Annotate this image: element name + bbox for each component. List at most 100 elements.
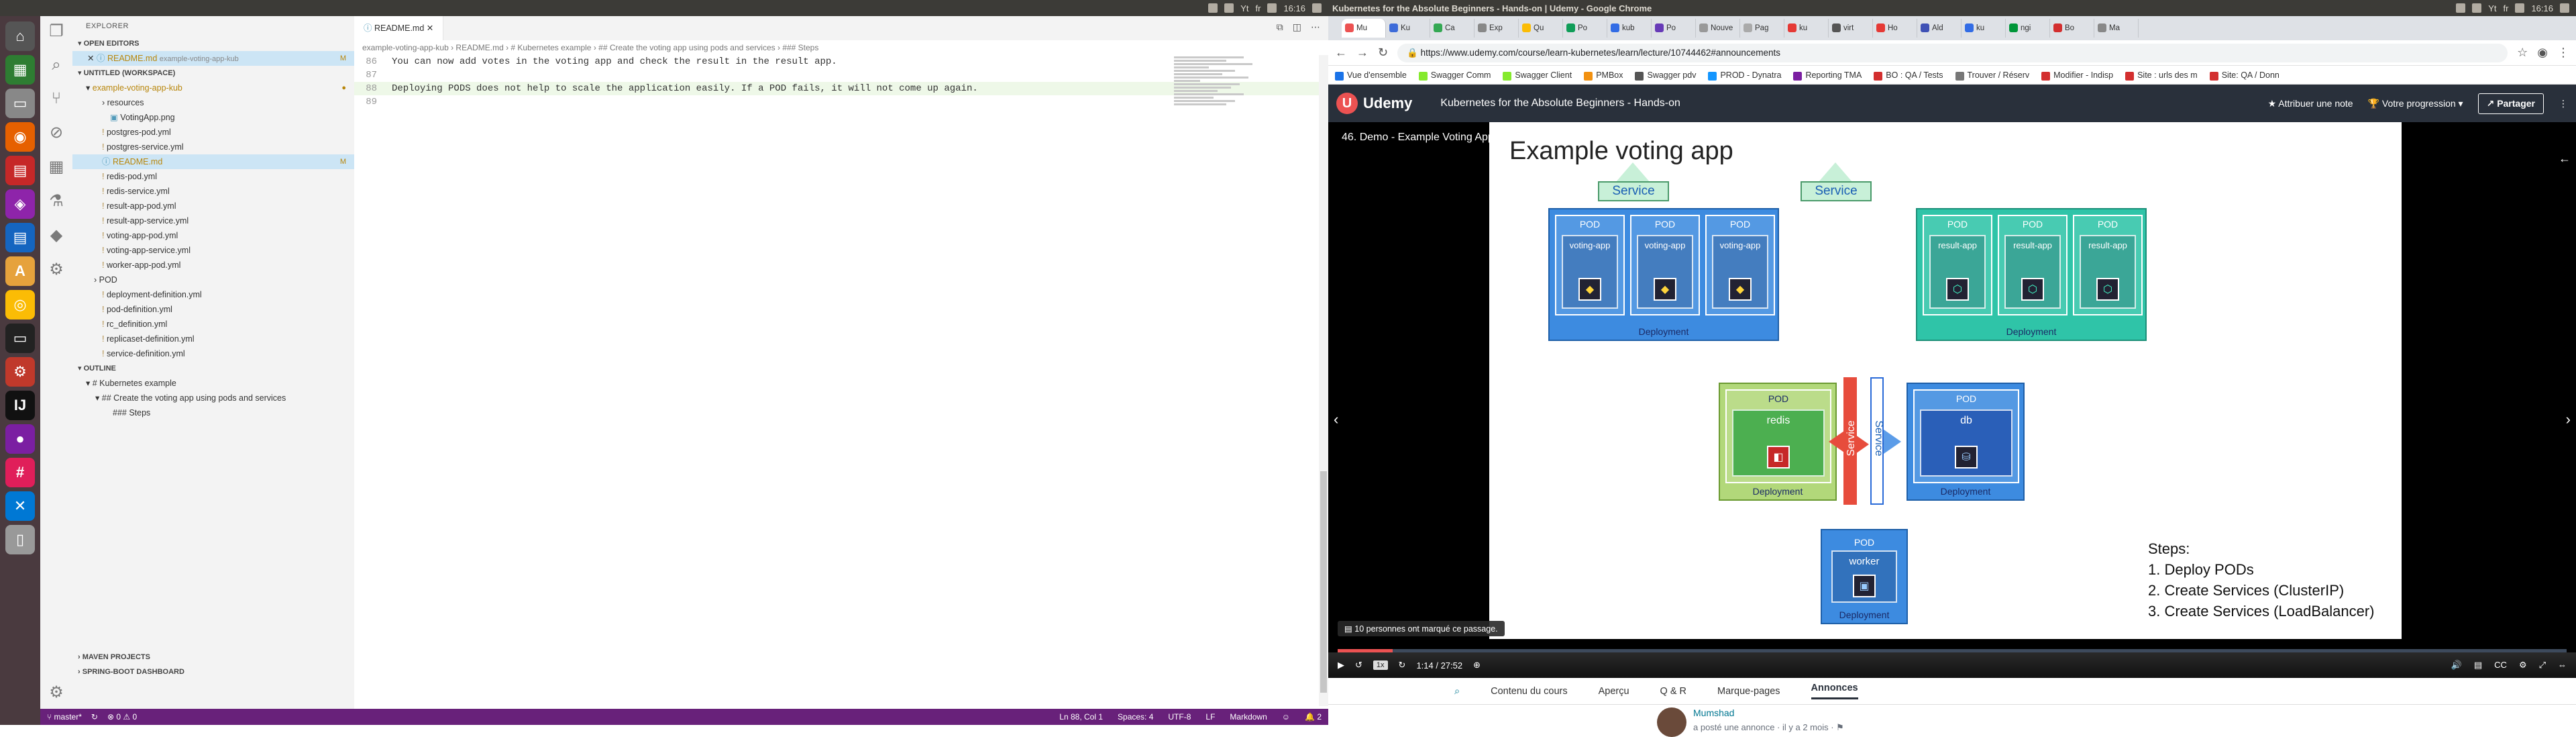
share-button[interactable]: ↗ Partager bbox=[2477, 93, 2544, 114]
fullscreen-icon[interactable]: ⤢ bbox=[2539, 660, 2546, 671]
feedback-icon[interactable]: ☺ bbox=[1282, 712, 1290, 722]
language-mode[interactable]: Markdown bbox=[1230, 712, 1267, 722]
expand-icon[interactable]: ⇔ bbox=[2558, 660, 2567, 671]
encoding[interactable]: UTF-8 bbox=[1168, 712, 1191, 722]
dropbox-icon[interactable] bbox=[2456, 3, 2466, 13]
image-icon[interactable]: ◈ bbox=[5, 189, 35, 219]
captions-icon[interactable]: CC bbox=[2494, 660, 2507, 671]
intellij-icon[interactable]: IJ bbox=[5, 391, 35, 420]
browser-tab[interactable]: kub bbox=[1607, 19, 1652, 38]
source-control-icon[interactable]: ⑂ bbox=[52, 89, 61, 108]
document-icon[interactable]: ▤ bbox=[5, 156, 35, 185]
search-icon[interactable]: ⌕ bbox=[1454, 686, 1460, 697]
workspace-section[interactable]: ▾ UNTITLED (WORKSPACE) bbox=[72, 66, 354, 81]
drive-icon[interactable]: ▭ bbox=[5, 89, 35, 118]
network-icon[interactable] bbox=[1224, 3, 1234, 13]
url-field[interactable]: 🔒 https://www.udemy.com/course/learn-kub… bbox=[1397, 43, 2508, 62]
dropbox-icon[interactable] bbox=[1208, 3, 1218, 13]
outline-section[interactable]: ▾ OUTLINE bbox=[72, 361, 354, 376]
clock[interactable]: 16:16 bbox=[1283, 3, 1305, 13]
tree-item[interactable]: ! voting-app-pod.yml bbox=[72, 228, 354, 243]
tree-item[interactable]: ! result-app-service.yml bbox=[72, 213, 354, 228]
text-editor-icon[interactable]: A bbox=[5, 256, 35, 286]
spreadsheet-icon[interactable]: ▦ bbox=[5, 55, 35, 85]
tree-item[interactable]: ! pod-definition.yml bbox=[72, 302, 354, 317]
bookmark-star-icon[interactable]: ☆ bbox=[2517, 46, 2528, 60]
more-icon[interactable]: ⋮ bbox=[2559, 98, 2568, 109]
tree-item[interactable]: ! result-app-pod.yml bbox=[72, 199, 354, 213]
bookmark-item[interactable]: Swagger Client bbox=[1503, 70, 1572, 81]
breadcrumb[interactable]: example-voting-app-kub › README.md › # K… bbox=[354, 40, 1328, 55]
keyboard-layout[interactable]: fr bbox=[1256, 3, 1261, 13]
forward-icon[interactable]: ↻ bbox=[1399, 660, 1406, 671]
bookmark-item[interactable]: Site: QA / Donn bbox=[2209, 70, 2279, 81]
bookmark-banner[interactable]: ▤ 10 personnes ont marqué ce passage. bbox=[1338, 621, 1505, 636]
browser-tab[interactable]: Ald bbox=[1917, 19, 1962, 38]
udemy-logo[interactable]: U Udemy bbox=[1336, 93, 1412, 114]
volume-icon[interactable] bbox=[2515, 3, 2525, 13]
settings-icon[interactable]: ⚙ bbox=[2519, 660, 2527, 671]
tree-item[interactable]: ! postgres-pod.yml bbox=[72, 125, 354, 140]
indentation[interactable]: Spaces: 4 bbox=[1118, 712, 1153, 722]
manage-gear-icon[interactable]: ⚙ bbox=[49, 683, 64, 702]
reload-icon[interactable]: ↻ bbox=[1378, 46, 1388, 60]
tree-item[interactable]: ! deployment-definition.yml bbox=[72, 287, 354, 302]
browser-tab[interactable]: Ca bbox=[1430, 19, 1474, 38]
preview-icon[interactable]: ⧉ bbox=[1277, 21, 1283, 33]
tree-item[interactable]: ! worker-app-pod.yml bbox=[72, 258, 354, 273]
video-player[interactable]: 46. Demo - Example Voting Application Im… bbox=[1328, 122, 2576, 678]
tree-item[interactable]: ! voting-app-service.yml bbox=[72, 243, 354, 258]
bookmark-item[interactable]: PROD - Dynatra bbox=[1708, 70, 1781, 81]
search-icon[interactable]: ⌕ bbox=[52, 56, 60, 75]
chrome-icon[interactable]: ◎ bbox=[5, 290, 35, 320]
youtube-indicator[interactable]: Yt bbox=[2488, 3, 2496, 13]
rewind-icon[interactable]: ↺ bbox=[1355, 660, 1362, 671]
media-icon[interactable]: ● bbox=[5, 424, 35, 454]
rate-course[interactable]: ★ Attribuer une note bbox=[2268, 98, 2353, 109]
vscode-icon[interactable]: ✕ bbox=[5, 491, 35, 521]
close-icon[interactable]: ✕ bbox=[427, 23, 433, 33]
tree-item[interactable]: ! redis-service.yml bbox=[72, 184, 354, 199]
avatar[interactable] bbox=[1657, 707, 1686, 737]
docs-icon[interactable]: ▤ bbox=[5, 223, 35, 252]
youtube-indicator[interactable]: Yt bbox=[1240, 3, 1248, 13]
outline-item-h2[interactable]: ▾ ## Create the voting app using pods an… bbox=[72, 391, 354, 405]
bookmark-item[interactable]: Vue d'ensemble bbox=[1335, 70, 1407, 81]
browser-tab[interactable]: Po bbox=[1563, 19, 1607, 38]
bookmark-item[interactable]: Modifier - Indisp bbox=[2041, 70, 2113, 81]
test-icon[interactable]: ⚗ bbox=[49, 191, 64, 211]
sync-icon[interactable]: ↻ bbox=[91, 712, 98, 722]
browser-tab[interactable]: virt bbox=[1829, 19, 1873, 38]
browser-tab[interactable]: Mu bbox=[1342, 19, 1386, 38]
browser-tab[interactable]: Nouve bbox=[1696, 19, 1740, 38]
tree-item[interactable]: ! service-definition.yml bbox=[72, 346, 354, 361]
close-icon[interactable]: ✕ bbox=[87, 54, 94, 63]
tree-item[interactable]: › POD bbox=[72, 273, 354, 287]
scroll-thumb[interactable] bbox=[1320, 471, 1327, 693]
browser-tab[interactable]: Po bbox=[1652, 19, 1696, 38]
tree-item[interactable]: ⓘ README.md M bbox=[72, 154, 354, 169]
bookmark-item[interactable]: Swagger pdv bbox=[1635, 70, 1696, 81]
open-editors-section[interactable]: ▾ OPEN EDITORS bbox=[72, 36, 354, 51]
editor-scrollbar[interactable] bbox=[1319, 55, 1328, 706]
outline-item-h1[interactable]: ▾ # Kubernetes example bbox=[72, 376, 354, 391]
network-icon[interactable] bbox=[2472, 3, 2482, 13]
browser-tab[interactable]: ku bbox=[1784, 19, 1829, 38]
subnav-tab[interactable]: Q & R bbox=[1660, 686, 1686, 697]
folder-root[interactable]: ▾ example-voting-app-kub ● bbox=[72, 81, 354, 95]
progress-menu[interactable]: 🏆 Votre progression ▾ bbox=[2368, 98, 2463, 109]
eol[interactable]: LF bbox=[1205, 712, 1215, 722]
author-name[interactable]: Mumshad bbox=[1693, 707, 1844, 718]
docker-icon[interactable]: ◆ bbox=[50, 226, 62, 245]
subnav-tab[interactable]: Aperçu bbox=[1599, 686, 1629, 697]
volume-icon[interactable]: 🔊 bbox=[2451, 660, 2462, 671]
add-bookmark-icon[interactable]: ⊕ bbox=[1473, 660, 1481, 671]
keyboard-layout[interactable]: fr bbox=[2504, 3, 2509, 13]
play-icon[interactable]: ▶ bbox=[1338, 660, 1344, 671]
remote-icon[interactable]: ⚙ bbox=[49, 260, 64, 279]
outline-item-h3[interactable]: ### Steps bbox=[72, 405, 354, 420]
prev-lecture-icon[interactable]: ‹ bbox=[1334, 411, 1338, 428]
browser-tab[interactable]: ku bbox=[1962, 19, 2006, 38]
subnav-tab[interactable]: Contenu du cours bbox=[1491, 686, 1567, 697]
subnav-tab[interactable]: Marque-pages bbox=[1717, 686, 1780, 697]
